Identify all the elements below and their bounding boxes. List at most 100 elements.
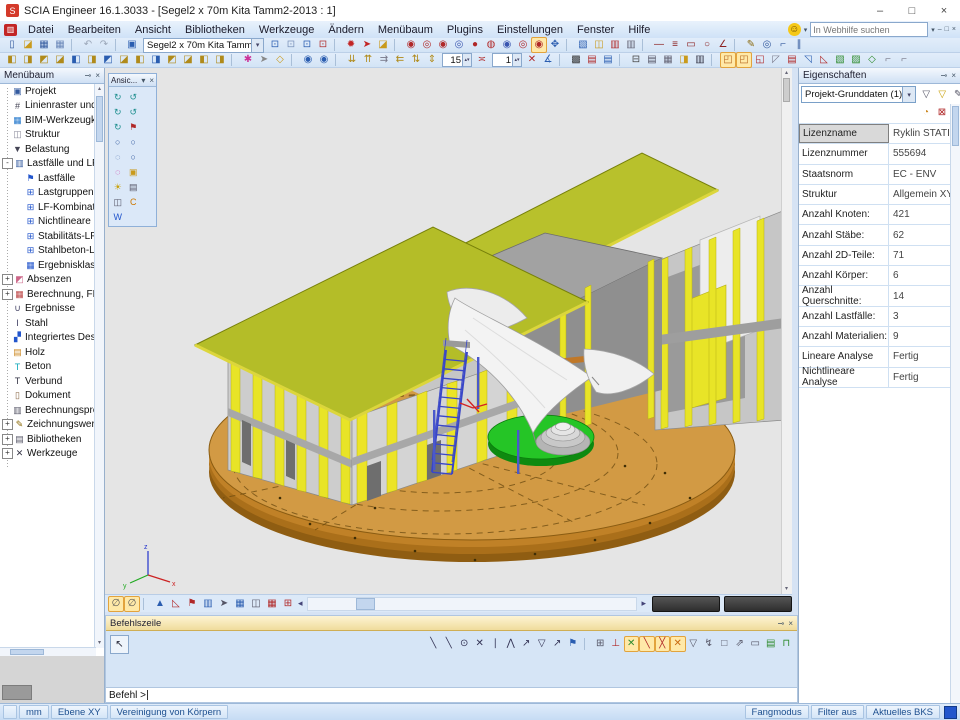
flag-icon[interactable]: ⚑ [184, 596, 200, 612]
tree-expander-icon[interactable] [2, 406, 11, 415]
tree-expander-icon[interactable] [2, 362, 11, 371]
tree-item[interactable]: + ✎ Zeichnungswerkzeuge [0, 418, 96, 433]
scrollbar-thumb[interactable] [952, 106, 959, 146]
tree-item[interactable]: ⊞ LF-Kombinationen [0, 200, 96, 215]
geom-tool-icon[interactable]: ◪ [180, 52, 196, 68]
scrollbar-thumb[interactable] [10, 649, 44, 655]
star-tool-icon[interactable]: ✱ [240, 52, 256, 68]
save-icon[interactable]: ▦ [52, 37, 68, 53]
grid-dark-icon[interactable]: ▩ [568, 52, 584, 68]
select-cursor-button[interactable]: ↖ [110, 635, 129, 654]
zoom-window-icon[interactable]: ◌ [110, 149, 126, 164]
geom-tool-icon[interactable]: ◩ [100, 52, 116, 68]
filter-icon[interactable]: ▽ [918, 87, 934, 103]
paste-layer-icon[interactable]: ⊡ [283, 37, 299, 53]
rotate-view-icon[interactable]: ↻ [110, 104, 126, 119]
close-button[interactable]: × [928, 0, 960, 21]
tree-expander-icon[interactable]: + [2, 274, 13, 285]
property-row[interactable]: Anzahl Knoten: 421 [799, 205, 960, 225]
snap-flag-icon[interactable]: ⚑ [565, 636, 581, 652]
zoom-all-icon[interactable]: ○ [126, 149, 142, 164]
render-mode-icon[interactable]: ▧ [832, 52, 848, 68]
webhelp-search-input[interactable] [810, 22, 928, 37]
snap-on-icon[interactable]: ✕ [670, 636, 686, 652]
status-segment[interactable]: Fangmodus [745, 705, 809, 719]
tree-expander-icon[interactable] [15, 203, 24, 212]
tree-item[interactable]: ⊞ Stabilitäts-LFK [0, 229, 96, 244]
node-tool-icon[interactable]: ◉ [403, 37, 419, 53]
circle-tool-icon[interactable]: ○ [699, 37, 715, 53]
geom-tool-icon[interactable]: ◧ [132, 52, 148, 68]
snap-dir-icon[interactable]: ↗ [519, 636, 535, 652]
snap-on-icon[interactable]: ╳ [655, 636, 671, 652]
grid-snap-icon[interactable]: ⊞ [593, 636, 609, 652]
move-left-icon[interactable]: ⇇ [392, 52, 408, 68]
render-mode-icon[interactable]: ◹ [800, 52, 816, 68]
property-row[interactable]: Lineare Analyse Fertig [799, 347, 960, 367]
edit-icon[interactable]: ✎ [950, 87, 960, 103]
view-box-icon[interactable]: ▣ [126, 164, 142, 179]
geom-tool-icon[interactable]: ◨ [84, 52, 100, 68]
raster-icon[interactable]: ⊞ [280, 596, 296, 612]
tree-item[interactable]: # Linienraster und Geschosse [0, 99, 96, 114]
doc-close-icon[interactable]: × [952, 26, 956, 33]
node-tool-icon[interactable]: ◉ [531, 37, 547, 53]
snap-on-icon[interactable]: ✕ [624, 636, 640, 652]
swap-icon[interactable]: ⇕ [424, 52, 440, 68]
model-viewport[interactable]: z x y Ansic... ▾ × ↻↺↻↺↻⚑○○◌○◌▣☀▤◫CW ▴ ▾ [105, 68, 792, 612]
property-row[interactable]: Struktur Allgemein XYZ [799, 185, 960, 205]
table-red-icon[interactable]: ▤ [584, 52, 600, 68]
pie-icon[interactable]: ◔ [918, 105, 934, 121]
tree-expander-icon[interactable] [2, 319, 11, 328]
menu-item[interactable]: Einstellungen [490, 24, 570, 36]
snapshot-icon[interactable]: ▤ [126, 179, 142, 194]
snap-peak-icon[interactable]: ⋀ [503, 636, 519, 652]
tree-item[interactable]: T Verbund [0, 374, 96, 389]
tree-item[interactable]: ⚑ Lastfälle [0, 171, 96, 186]
command-input[interactable]: Befehl > [106, 687, 797, 702]
tree-item[interactable]: + ▦ Berechnung, FE-Netz [0, 287, 96, 302]
pin-icon[interactable]: ⊸ [941, 71, 948, 80]
snapshot-icon[interactable]: ◫ [110, 194, 126, 209]
arrow-icon[interactable]: ➤ [216, 596, 232, 612]
tree-item[interactable]: ▼ Belastung [0, 142, 96, 157]
tree-expander-icon[interactable] [2, 130, 11, 139]
render-mode-icon[interactable]: ◇ [864, 52, 880, 68]
tree-item[interactable]: ▞ Integriertes Design Forms [0, 331, 96, 346]
node-tool-icon[interactable]: ◎ [419, 37, 435, 53]
angle-icon[interactable]: ∡ [540, 52, 556, 68]
import-icon[interactable]: ◪ [375, 37, 391, 53]
model-green-disc[interactable] [488, 415, 594, 466]
node-tool-icon[interactable]: ◉ [435, 37, 451, 53]
table-red-icon[interactable]: ▥ [607, 37, 623, 53]
node-tool-icon[interactable]: ◍ [483, 37, 499, 53]
status-segment[interactable]: Filter aus [811, 705, 864, 719]
geom-tool-icon[interactable]: ◩ [36, 52, 52, 68]
tree-item[interactable]: ⊞ Stahlbeton-LFK [0, 244, 96, 259]
tree-item[interactable]: ▦ Ergebnisklassen [0, 258, 96, 273]
snap-box-icon[interactable]: □ [717, 636, 733, 652]
tree-expander-icon[interactable] [2, 333, 11, 342]
rotate-view-icon[interactable]: ↻ [110, 89, 126, 104]
line-tool-icon[interactable]: — [651, 37, 667, 53]
swap-vert-icon[interactable]: ⇅ [408, 52, 424, 68]
menu-item[interactable]: Ansicht [128, 24, 178, 36]
close-icon[interactable]: × [95, 71, 100, 80]
move-down-icon[interactable]: ⇊ [344, 52, 360, 68]
snap-vertical-icon[interactable]: ∣ [488, 636, 504, 652]
zoom-in-icon[interactable]: ○ [110, 134, 126, 149]
tree-expander-icon[interactable]: + [2, 419, 13, 430]
close-icon[interactable]: × [788, 619, 793, 628]
tree-expander-icon[interactable]: + [2, 434, 13, 445]
tree-expander-icon[interactable] [15, 217, 24, 226]
table-blue-icon[interactable]: ▤ [600, 52, 616, 68]
geom-tool-icon[interactable]: ◪ [52, 52, 68, 68]
perp-snap-icon[interactable]: ⊥ [608, 636, 624, 652]
snap-cup-icon[interactable]: ⊓ [779, 636, 795, 652]
rectangle-tool-icon[interactable]: ▭ [683, 37, 699, 53]
snap-table-icon[interactable]: ▤ [763, 636, 779, 652]
scroll-left-icon[interactable]: ◂ [296, 598, 305, 609]
chevron-down-icon[interactable]: ▾ [804, 26, 808, 34]
select-mode-icon[interactable]: ∅ [124, 596, 140, 612]
tree-item[interactable]: ▥ Berechnungsprotokoll [0, 403, 96, 418]
